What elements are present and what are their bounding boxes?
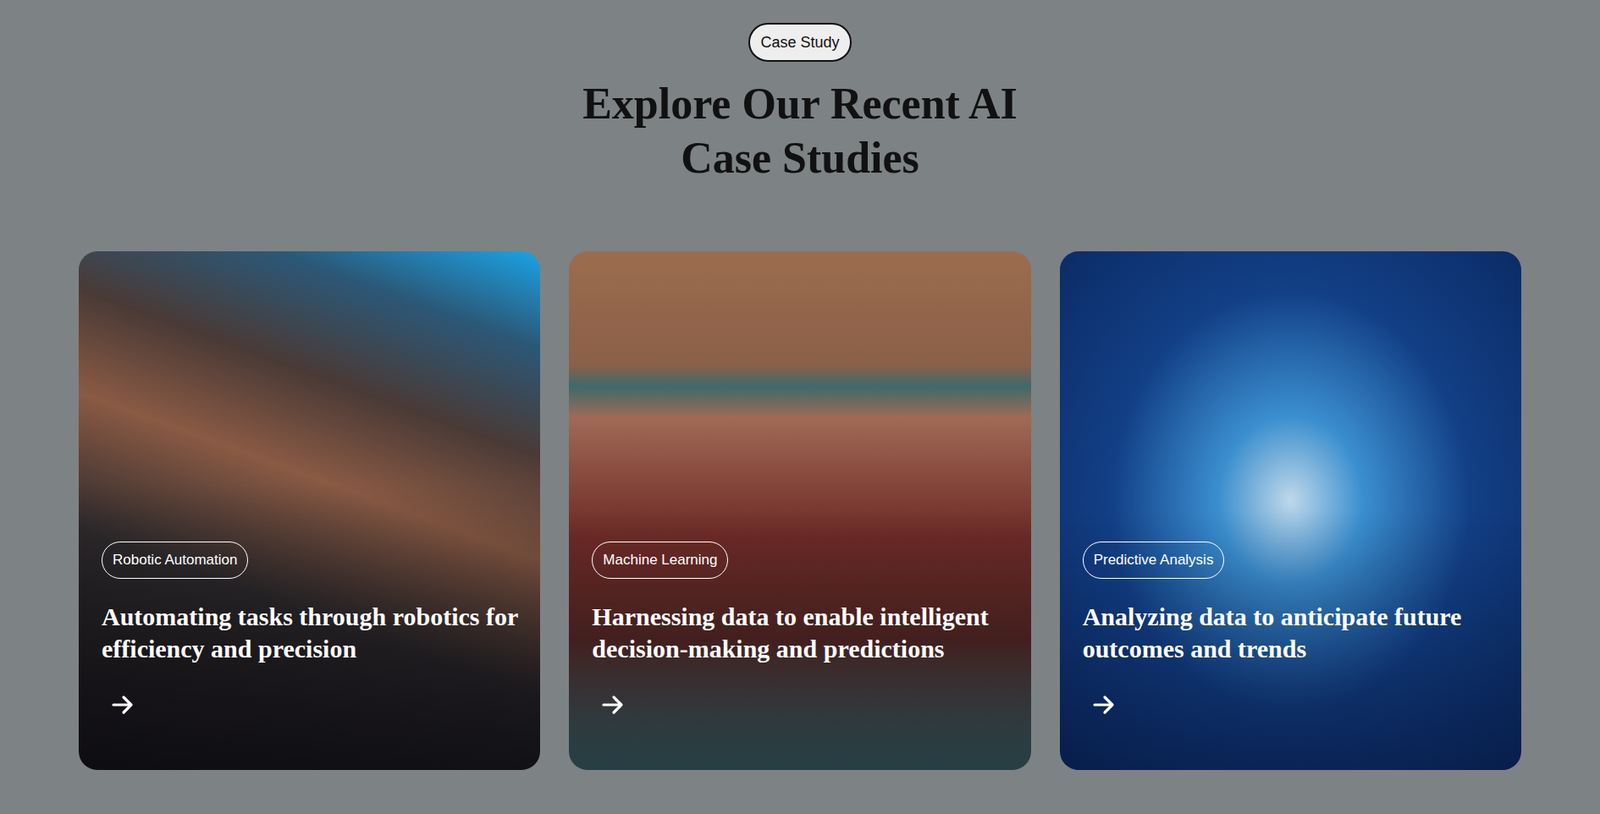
section-heading: Explore Our Recent AI Case Studies [537, 77, 1063, 186]
card-title: Harnessing data to enable intelligent de… [591, 601, 1010, 666]
arrow-right-icon[interactable] [1091, 692, 1117, 718]
arrow-right-icon[interactable] [110, 692, 136, 718]
card-list: Robotic Automation Automating tasks throu… [78, 251, 1522, 771]
category-tag: Machine Learning [591, 541, 729, 580]
arrow-right-icon[interactable] [600, 692, 626, 718]
section-badge: Case Study [748, 22, 851, 62]
card-title: Analyzing data to anticipate future outc… [1082, 601, 1501, 666]
case-study-section: Case Study Explore Our Recent AI Case Stu… [0, 0, 1600, 771]
card-title: Automating tasks through robotics for ef… [101, 601, 520, 666]
case-study-card[interactable]: Robotic Automation Automating tasks throu… [78, 251, 541, 771]
case-study-card[interactable]: Predictive Analysis Analyzing data to ant… [1059, 251, 1522, 771]
category-tag: Predictive Analysis [1082, 541, 1225, 580]
case-study-card[interactable]: Machine Learning Harnessing data to enabl… [568, 251, 1031, 771]
category-tag: Robotic Automation [101, 541, 249, 580]
